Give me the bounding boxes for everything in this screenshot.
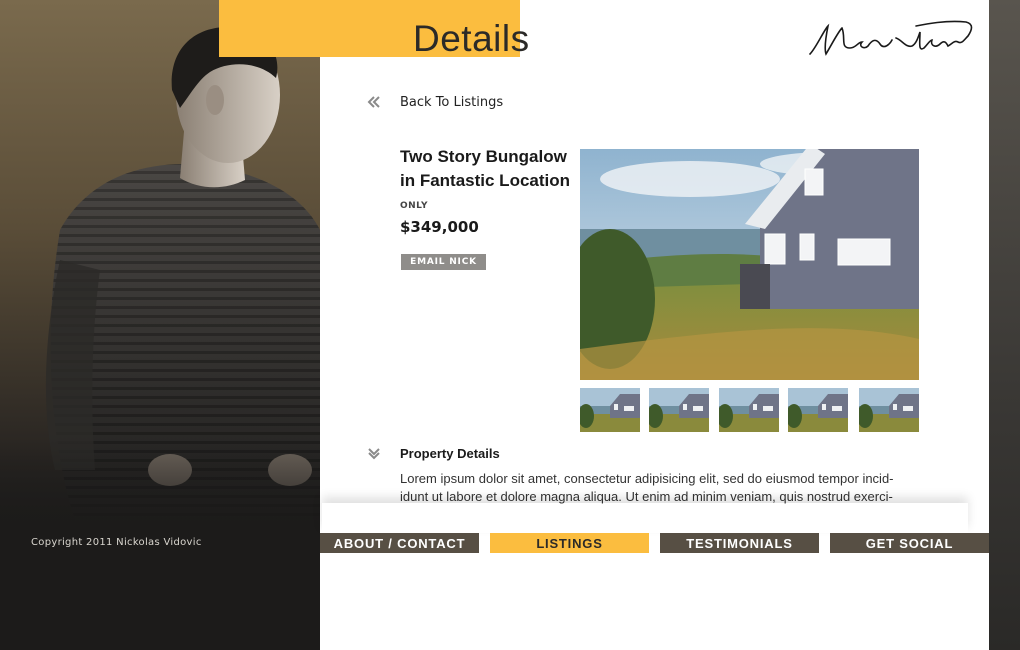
portrait-image	[0, 27, 320, 650]
nav-listings-label: LISTINGS	[536, 535, 603, 551]
main-listing-photo[interactable]	[580, 149, 919, 380]
thumbnail-image[interactable]	[580, 388, 640, 432]
email-nick-button[interactable]: EMAIL NICK	[401, 254, 486, 270]
nav-about-contact[interactable]: ABOUT / CONTACT	[320, 533, 479, 553]
listing-title: Two Story Bungalow in Fantastic Location	[400, 147, 571, 190]
nav-listings[interactable]: LISTINGS	[490, 533, 649, 553]
content-fade-divider	[322, 503, 968, 533]
property-details-toggle[interactable]: Property Details	[366, 445, 500, 461]
listing-price: $349,000	[400, 218, 479, 236]
nav-testimonials-label: TESTIMONIALS	[686, 535, 793, 551]
property-details-heading: Property Details	[400, 445, 500, 461]
back-to-listings-link[interactable]: Back To Listings	[366, 94, 503, 110]
nav-testimonials[interactable]: TESTIMONIALS	[660, 533, 819, 553]
copyright-text: Copyright 2011 Nickolas Vidovic	[31, 537, 202, 548]
thumbnail-image[interactable]	[859, 388, 919, 432]
back-link-label: Back To Listings	[400, 94, 504, 110]
page-title: Details	[413, 18, 530, 59]
double-chevron-down-icon	[368, 448, 380, 460]
signature-logo[interactable]	[806, 18, 978, 64]
thumbnail-image[interactable]	[788, 388, 848, 432]
portrait-panel	[0, 0, 320, 650]
property-details-text: Lorem ipsum dolor sit amet, consectetur …	[400, 471, 894, 504]
thumbnail-image[interactable]	[649, 388, 709, 432]
price-prefix: ONLY	[400, 201, 429, 211]
double-chevron-left-icon	[367, 96, 380, 108]
nav-get-social-label: GET SOCIAL	[865, 535, 954, 551]
right-texture-strip	[989, 0, 1020, 650]
nav-get-social[interactable]: GET SOCIAL	[830, 533, 989, 553]
nav-about-contact-label: ABOUT / CONTACT	[333, 535, 466, 551]
thumbnail-image[interactable]	[719, 388, 779, 432]
